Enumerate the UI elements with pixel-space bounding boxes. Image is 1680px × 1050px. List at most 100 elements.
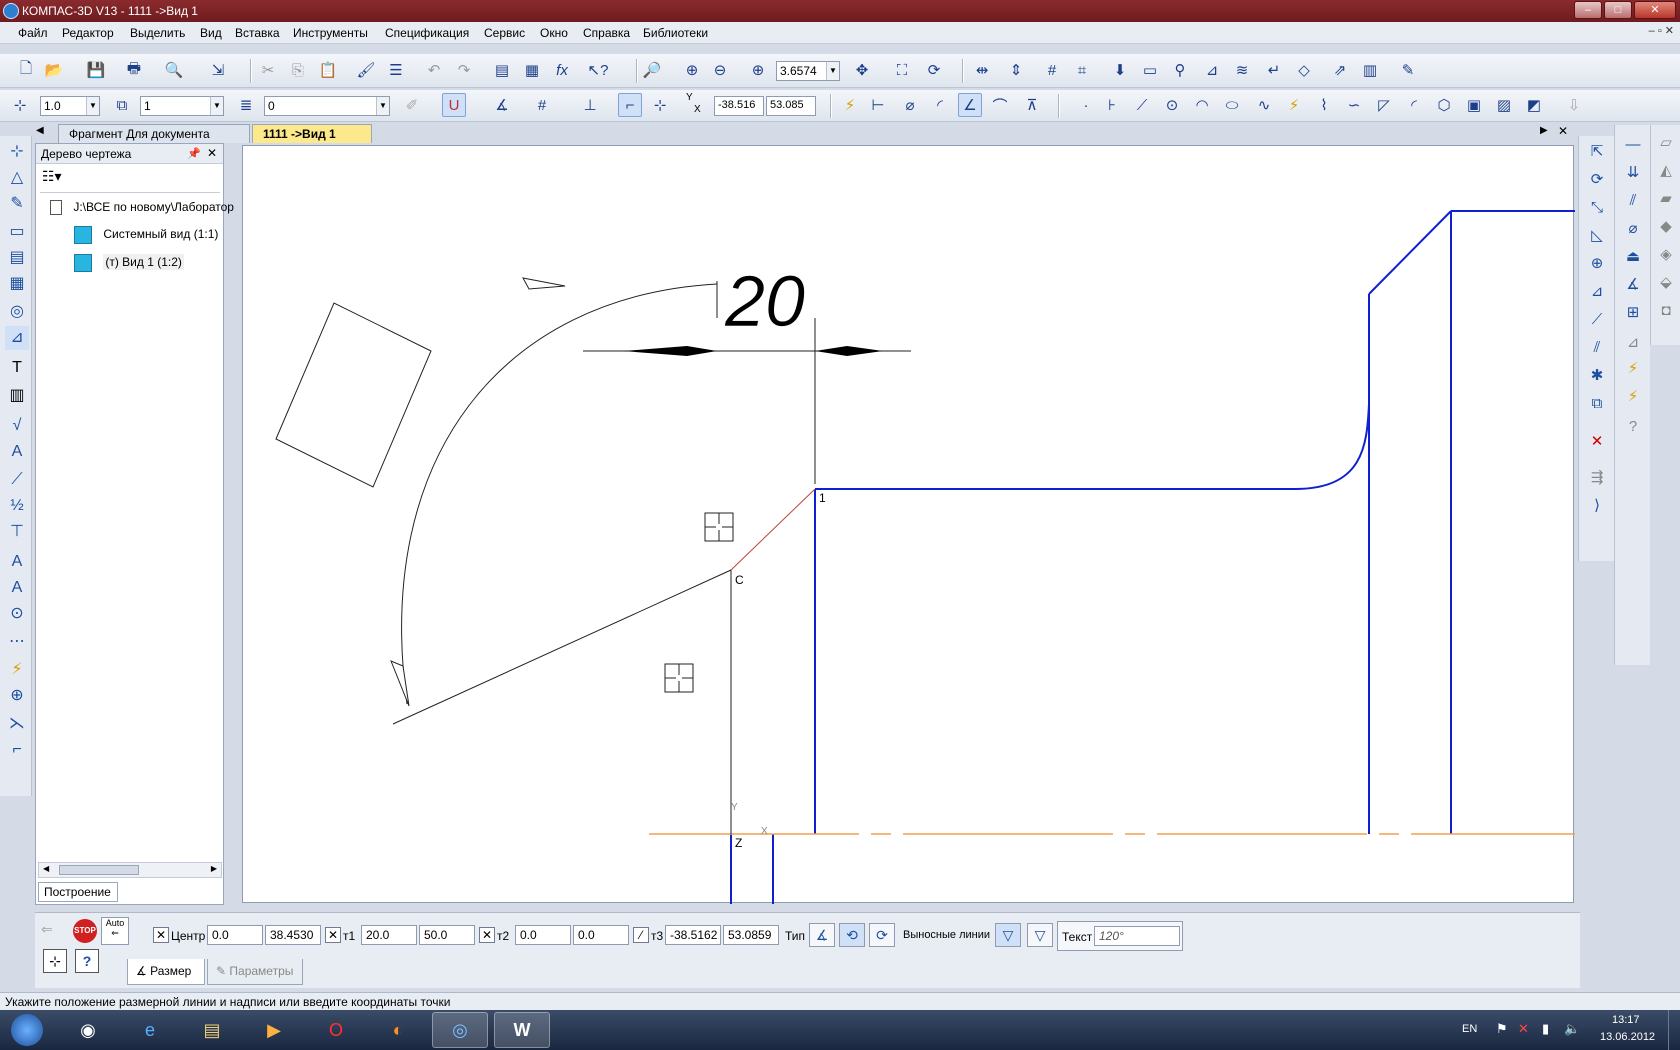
auto-axis-icon[interactable]: ⚡ (5, 658, 29, 682)
ie-icon[interactable]: e (122, 1012, 178, 1048)
chevron-down-icon[interactable]: ▼ (86, 97, 99, 115)
refresh-icon[interactable]: ⟳ (922, 58, 946, 82)
symmetry-icon[interactable]: ◺ (1585, 224, 1609, 248)
zoom-window-icon[interactable]: 🔎 (640, 58, 664, 82)
linear-dimension-icon[interactable]: ⊢ (866, 93, 890, 117)
split-icon[interactable]: ⫽ (1585, 336, 1609, 360)
zoom-in-icon[interactable]: ⊕ (680, 58, 704, 82)
firefox-icon[interactable]: ◐ (370, 1012, 426, 1048)
tab-size[interactable]: ∡ Размер (127, 959, 205, 985)
volume-icon[interactable]: 🔈 (1564, 1021, 1580, 1037)
local-cs-icon[interactable]: ⌗ (1070, 58, 1094, 82)
move-icon[interactable]: ⇱ (1585, 140, 1609, 164)
hatching-icon[interactable]: ▨ (1492, 93, 1516, 117)
measure-tool-icon[interactable]: ⊿ (5, 326, 29, 350)
chrome-icon[interactable]: ◉ (60, 1012, 116, 1048)
height-mark-icon[interactable]: ⊼ (1020, 93, 1044, 117)
text-tool-icon[interactable]: T (5, 356, 29, 380)
menu-libraries[interactable]: Библиотеки (643, 26, 708, 40)
cut-icon[interactable]: ✂ (256, 58, 280, 82)
word-task-icon[interactable]: W (494, 1012, 550, 1048)
explorer-icon[interactable]: ▤ (184, 1012, 240, 1048)
media-player-icon[interactable]: ▶ (246, 1012, 302, 1048)
properties-icon[interactable]: ✐ (400, 93, 424, 117)
redo-icon[interactable]: ↷ (452, 58, 476, 82)
variables-fx-icon[interactable]: fx (550, 58, 574, 82)
position-tool-icon[interactable]: ½ (5, 494, 29, 518)
rib-icon[interactable]: ⬙ (1654, 271, 1678, 295)
menu-edit[interactable]: Редактор (62, 26, 114, 40)
language-indicator[interactable]: EN (1462, 1023, 1477, 1035)
shell-icon[interactable]: ◈ (1654, 243, 1678, 267)
t3-y-field[interactable]: 53.0859 (723, 925, 779, 945)
copy-icon[interactable]: ⊕ (1585, 252, 1609, 276)
fill-icon[interactable]: ◩ (1522, 93, 1546, 117)
arc-icon[interactable]: ◠ (1190, 93, 1214, 117)
cursor-y-field[interactable]: 53.085 (766, 96, 816, 116)
measure-angle-icon[interactable]: ⇕ (1004, 58, 1028, 82)
mark-tool-icon[interactable]: A (5, 440, 29, 464)
stop-button[interactable]: STOP (73, 919, 97, 943)
ellipse-icon[interactable]: ⬭ (1220, 93, 1244, 117)
fix-angle-icon[interactable]: ∡ (1621, 273, 1645, 297)
type-angle-icon[interactable]: ∡ (809, 923, 835, 947)
equal-length-icon[interactable]: ⊿ (1621, 331, 1645, 355)
pan-icon[interactable]: ✥ (850, 58, 874, 82)
scale-icon[interactable]: ⤡ (1585, 196, 1609, 220)
horizontal-icon[interactable]: — (1621, 133, 1645, 157)
menu-specification[interactable]: Спецификация (385, 26, 469, 40)
t2-x-field[interactable]: 0.0 (515, 925, 571, 945)
rectangle-icon[interactable]: ▣ (1462, 93, 1486, 117)
collection-icon[interactable]: ⇩ (1562, 93, 1586, 117)
drawing-canvas[interactable]: 20 1 C Z X Y (242, 145, 1575, 904)
t3-x-field[interactable]: -38.5162 (665, 925, 721, 945)
layer-combo[interactable]: 0 ▼ (264, 96, 390, 116)
layers-icon[interactable]: ≣ (234, 93, 258, 117)
point-icon[interactable]: · (1074, 93, 1098, 117)
arrow-direction-icon[interactable]: A (5, 550, 29, 574)
tab-view-1[interactable]: 1111 ->Вид 1 (252, 124, 372, 143)
fillet-icon[interactable]: ◜ (1402, 93, 1426, 117)
roughness-tool-icon[interactable]: √ (5, 414, 29, 438)
menu-service[interactable]: Сервис (484, 26, 525, 40)
zoom-combo[interactable]: 3.6574 ▼ (776, 61, 840, 81)
tree-view-mode-icon[interactable]: ☷▾ (42, 168, 62, 185)
tab-close-icon[interactable]: ✕ (1558, 124, 1568, 138)
start-button[interactable] (2, 1012, 52, 1048)
close-icon[interactable]: ✕ (207, 146, 217, 160)
curve-edit-icon[interactable]: ⟩ (1585, 494, 1609, 518)
show-all-icon[interactable]: ⛶ (890, 58, 914, 82)
report-tool-icon[interactable]: ▦ (5, 272, 29, 296)
t2-fix-checkbox[interactable]: ✕ (479, 927, 495, 943)
tree-item-system-view[interactable]: Системный вид (1:1) (74, 226, 218, 244)
t1-x-field[interactable]: 20.0 (361, 925, 417, 945)
tree-root[interactable]: J:\ВСЕ по новому\Лаборатор (50, 200, 234, 216)
show-desktop-button[interactable] (1668, 1010, 1680, 1050)
pen-tool-icon[interactable]: ✎ (1396, 58, 1420, 82)
chevron-down-icon[interactable]: ▼ (210, 97, 223, 115)
zoom-out-icon[interactable]: ⊖ (708, 58, 732, 82)
preview-icon[interactable]: 🔍 (162, 58, 186, 82)
auto-dimension-icon[interactable]: ⚡ (838, 93, 862, 117)
copy-icon[interactable]: ⎘ (286, 58, 310, 82)
cut-line-icon[interactable]: A (5, 576, 29, 600)
revolve-icon[interactable]: ◭ (1654, 159, 1678, 183)
coordinates-icon[interactable]: ⊹ (648, 93, 672, 117)
sweep-icon[interactable]: ◆ (1654, 215, 1678, 239)
vertical-align-icon[interactable]: ⇊ (1621, 161, 1645, 185)
extrude-icon[interactable]: ▱ (1654, 131, 1678, 155)
trim-icon[interactable]: ⟋ (1585, 308, 1609, 332)
aux-line-icon[interactable]: ⊦ (1100, 93, 1124, 117)
minimize-button[interactable]: – (1574, 1, 1602, 19)
format-brush-icon[interactable]: 🖌 (354, 58, 378, 82)
insert-symbol-icon[interactable]: ⚲ (1168, 58, 1192, 82)
network-icon[interactable]: ✕ (1518, 1021, 1529, 1037)
leader-icon[interactable]: ↵ (1262, 58, 1286, 82)
extend-icon[interactable]: ✱ (1585, 364, 1609, 388)
segment-icon[interactable]: ⟋ (1130, 93, 1154, 117)
help-icon[interactable]: ? (75, 949, 99, 973)
angular-dimension-icon[interactable]: ∠ (958, 93, 982, 117)
params-tool-icon[interactable]: ▭ (5, 220, 29, 244)
ext-lines-on-icon[interactable]: ▽ (995, 923, 1021, 947)
base-tool-icon[interactable]: ⊤ (5, 520, 29, 544)
